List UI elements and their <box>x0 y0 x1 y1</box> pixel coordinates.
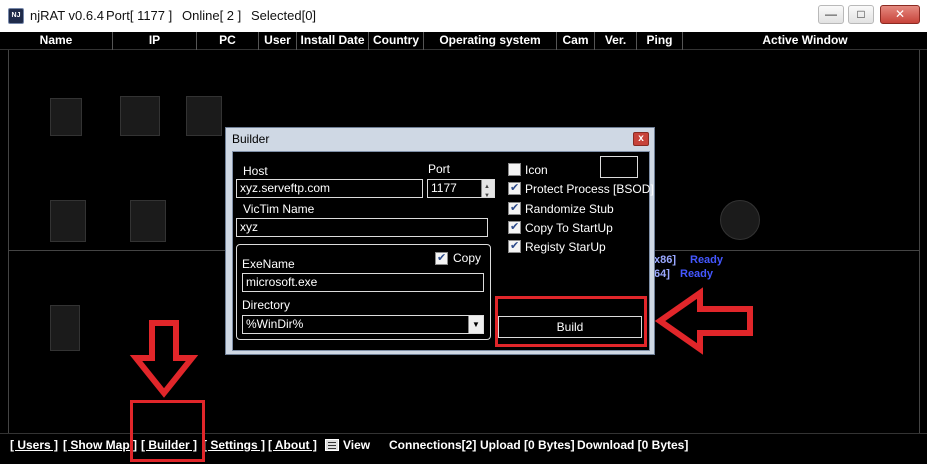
option-icon-checkbox[interactable] <box>508 163 521 176</box>
port-label: Port <box>428 162 451 176</box>
port-status: Port[ 1177 ] <box>106 8 173 23</box>
bg-client-status-2: Ready <box>680 268 714 280</box>
download-status: Download [0 Bytes] <box>577 438 689 452</box>
col-ver[interactable]: Ver. <box>595 32 637 50</box>
col-install-date[interactable]: Install Date <box>297 32 369 50</box>
col-active-window[interactable]: Active Window <box>683 32 927 50</box>
builder-close-button[interactable]: x <box>633 132 649 146</box>
list-view-icon[interactable] <box>325 439 339 451</box>
left-border-line <box>8 50 9 433</box>
title-bar: NJ njRAT v0.6.4 Port[ 1177 ] Online[ 2 ]… <box>0 0 927 32</box>
about-link[interactable]: [ About ] <box>268 438 317 452</box>
option-protect-process-checkbox[interactable] <box>508 181 521 195</box>
users-link[interactable]: [ Users ] <box>10 438 58 452</box>
directory-select[interactable]: %WinDir% ▼ <box>242 315 484 334</box>
desktop-app-icon <box>720 200 760 240</box>
settings-link[interactable]: [ Settings ] <box>203 438 265 452</box>
build-highlight-box <box>495 296 647 347</box>
minimize-button[interactable]: — <box>818 5 844 24</box>
col-ping[interactable]: Ping <box>637 32 683 50</box>
port-value: 1177 <box>431 181 457 195</box>
bg-client-arch-1: x86] <box>654 254 677 266</box>
upload-status: Upload [0 Bytes] <box>480 438 575 452</box>
exename-label: ExeName <box>242 257 295 271</box>
option-registry-startup-checkbox[interactable] <box>508 239 521 253</box>
directory-value: %WinDir% <box>246 317 304 331</box>
option-icon-label: Icon <box>525 163 548 177</box>
maximize-button[interactable]: □ <box>848 5 874 24</box>
col-cam[interactable]: Cam <box>557 32 595 50</box>
online-status: Online[ 2 ] <box>182 8 242 23</box>
left-arrow-icon <box>654 287 753 355</box>
desktop-doc-icon <box>130 200 166 242</box>
connections-status: Connections[2] <box>389 438 477 452</box>
install-group: ExeName Copy microsoft.exe Directory %Wi… <box>236 244 491 340</box>
option-randomize-stub-label: Randomize Stub <box>525 202 614 216</box>
option-copy-startup-checkbox[interactable] <box>508 220 521 234</box>
close-window-button[interactable]: ✕ <box>880 5 920 24</box>
view-label[interactable]: View <box>343 438 370 452</box>
app-title: njRAT v0.6.4 <box>30 8 104 23</box>
col-country[interactable]: Country <box>369 32 424 50</box>
victim-name-input[interactable]: xyz <box>236 218 488 237</box>
col-name[interactable]: Name <box>0 32 113 50</box>
directory-label: Directory <box>242 298 291 312</box>
host-label: Host <box>243 164 268 178</box>
option-registry-startup-label: Registy StarUp <box>525 240 606 254</box>
copy-label: Copy <box>453 251 482 265</box>
desktop-doc-icon <box>50 200 86 242</box>
option-protect-process-label: Protect Process [BSOD] <box>525 182 654 196</box>
njrat-app-icon: NJ <box>8 8 24 24</box>
desktop-file-icon <box>50 98 82 136</box>
option-randomize-stub-checkbox[interactable] <box>508 201 521 215</box>
icon-preview-box[interactable] <box>600 156 638 178</box>
col-operating-system[interactable]: Operating system <box>424 32 557 50</box>
bg-client-status-1: Ready <box>690 254 724 266</box>
copy-checkbox[interactable] <box>435 251 448 265</box>
builder-dialog-title: Builder <box>232 132 270 146</box>
host-input[interactable]: xyz.serveftp.com <box>236 179 423 198</box>
down-arrow-icon <box>129 320 199 398</box>
option-copy-startup-label: Copy To StartUp <box>525 221 613 235</box>
victim-name-label: VicTim Name <box>243 202 315 216</box>
col-ip[interactable]: IP <box>113 32 197 50</box>
selected-status: Selected[0] <box>251 8 317 23</box>
col-user[interactable]: User <box>259 32 297 50</box>
right-border-line <box>919 50 920 433</box>
col-pc[interactable]: PC <box>197 32 259 50</box>
chevron-down-icon[interactable]: ▼ <box>468 316 483 333</box>
port-spinner-icon[interactable] <box>481 180 494 197</box>
bg-client-arch-2: 64] <box>654 268 670 280</box>
client-list-header: Name IP PC User Install Date Country Ope… <box>0 32 927 50</box>
show-map-link[interactable]: [ Show Map ] <box>63 438 137 452</box>
desktop-image-icon <box>186 96 222 136</box>
exename-input[interactable]: microsoft.exe <box>242 273 484 292</box>
desktop-file-icon <box>50 305 80 351</box>
njrat-window: NJ njRAT v0.6.4 Port[ 1177 ] Online[ 2 ]… <box>0 0 927 464</box>
desktop-game-icon <box>120 96 160 136</box>
port-input[interactable]: 1177 <box>427 179 495 198</box>
builder-link-highlight-box <box>130 400 205 462</box>
